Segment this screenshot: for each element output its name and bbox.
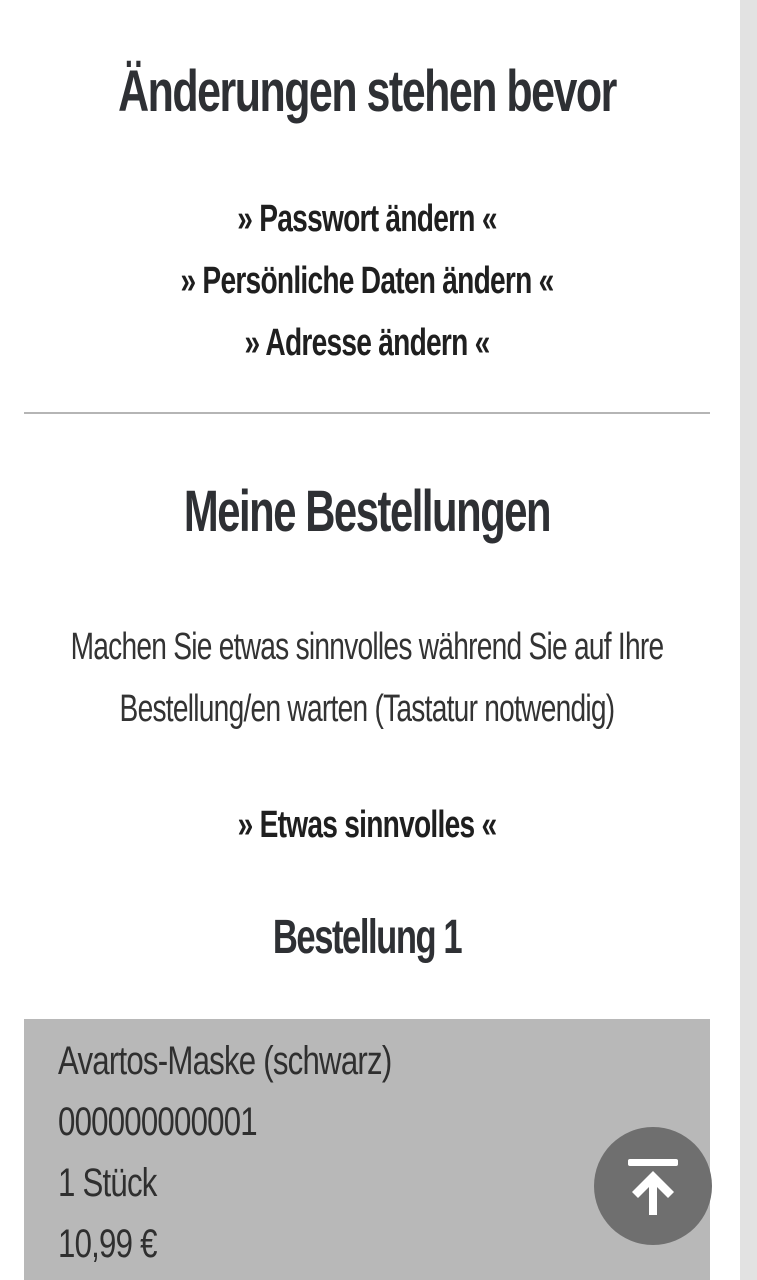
account-content: Änderungen stehen bevor » Passwort änder…: [24, 0, 710, 1280]
change-address-link[interactable]: » Adresse ändern «: [113, 322, 621, 365]
something-useful-link[interactable]: » Etwas sinnvolles «: [113, 804, 621, 847]
scrollbar-track[interactable]: [740, 0, 757, 1280]
section-divider: [24, 412, 710, 414]
order-product-name: Avartos-Maske (schwarz): [58, 1039, 392, 1083]
order-number: 000000000001: [58, 1100, 258, 1144]
changes-heading: Änderungen stehen bevor: [118, 59, 617, 124]
order-quantity: 1 Stück: [58, 1161, 157, 1205]
change-personal-data-link[interactable]: » Persönliche Daten ändern «: [113, 260, 621, 303]
back-to-top-button[interactable]: [594, 1127, 712, 1245]
arrow-up-to-line-icon: [628, 1159, 678, 1215]
change-password-link[interactable]: » Passwort ändern «: [113, 198, 621, 241]
orders-intro-text-content: Machen Sie etwas sinnvolles während Sie …: [70, 626, 665, 730]
orders-heading: Meine Bestellungen: [183, 479, 552, 544]
order-price: 10,99 €: [58, 1222, 157, 1266]
order-title: Bestellung 1: [272, 911, 463, 964]
orders-intro-text: Machen Sie etwas sinnvolles während Sie …: [71, 616, 665, 740]
